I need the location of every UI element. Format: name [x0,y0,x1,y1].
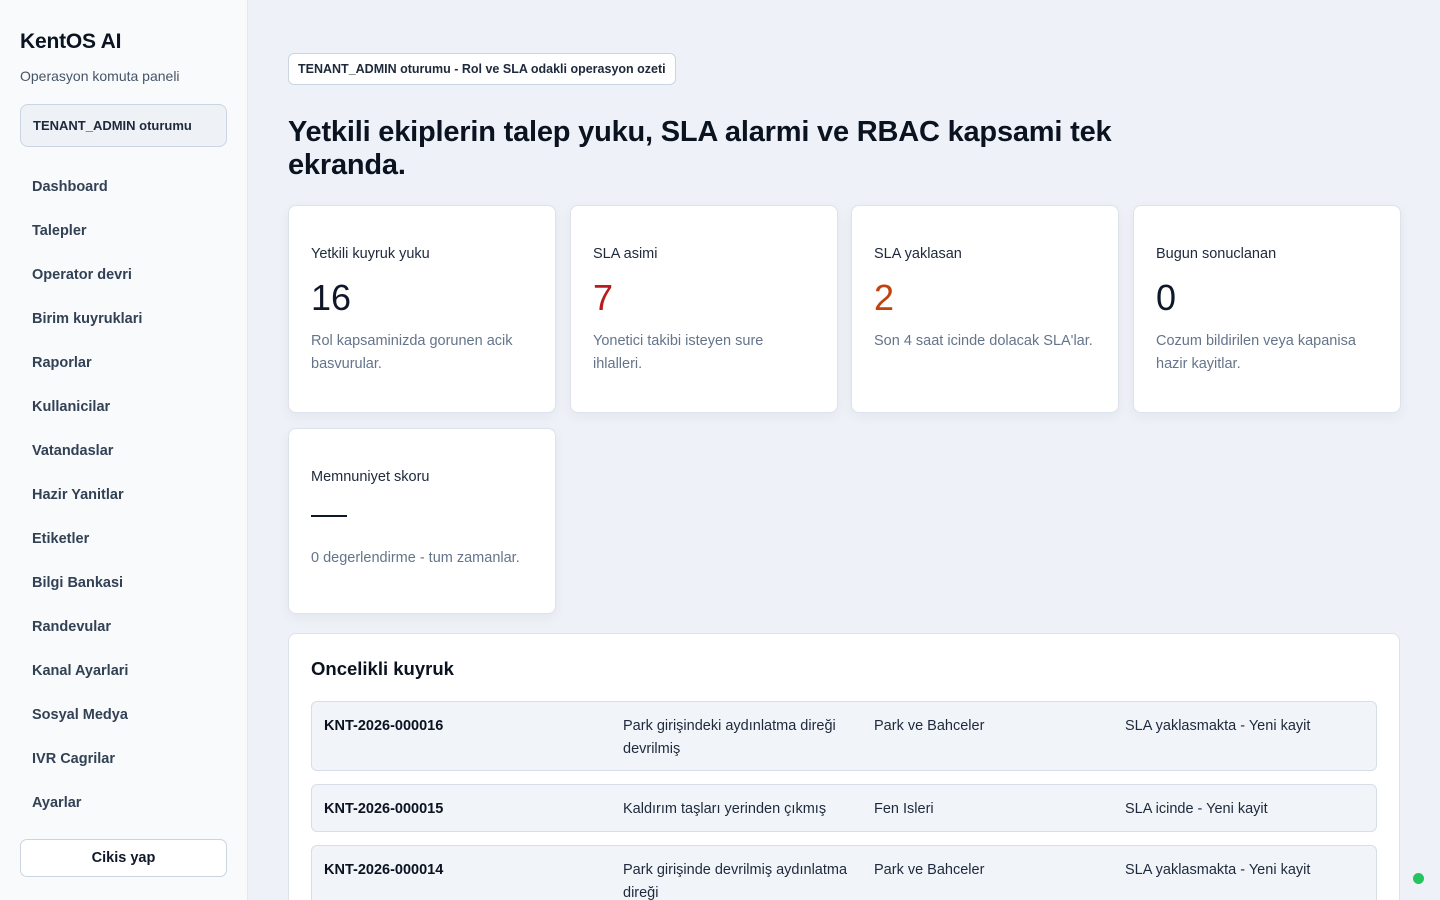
ticket-department: Fen Isleri [874,801,934,817]
sidebar-item-operator-devri[interactable]: Operator devri [20,253,227,297]
sidebar-item-randevular[interactable]: Randevular [20,605,227,649]
ticket-status: SLA icinde - Yeni kayit [1125,801,1268,817]
stat-label: Yetkili kuyruk yuku [311,246,430,262]
page-title: Yetkili ekiplerin talep yuku, SLA alarmi… [288,116,1112,181]
ticket-title: Park girişindeki aydınlatma direği devri… [623,718,836,757]
stat-description: Son 4 saat icinde dolacak SLA'lar. [874,333,1093,349]
table-row[interactable]: KNT-2026-000014 Park girişinde devrilmiş… [311,845,1377,900]
sidebar-item-ivr-cagrilar[interactable]: IVR Cagrilar [20,737,227,781]
stat-description: 0 degerlendirme - tum zamanlar. [311,550,520,566]
ticket-department: Park ve Bahceler [874,862,985,878]
sidebar-item-birim-kuyruklari[interactable]: Birim kuyruklari [20,297,227,341]
stat-value: 16 [311,277,352,318]
sidebar-item-raporlar[interactable]: Raporlar [20,341,227,385]
stat-description: Rol kapsaminizda gorunen acik basvurular… [311,333,513,372]
stat-label: Memnuniyet skoru [311,469,430,485]
stat-card-queue-load: Yetkili kuyruk yuku 16 Rol kapsaminizda … [288,205,556,413]
ticket-title: Kaldırım taşları yerinden çıkmış [623,801,827,817]
stat-description: Cozum bildirilen veya kapanisa hazir kay… [1156,333,1356,372]
sidebar-item-vatandaslar[interactable]: Vatandaslar [20,429,227,473]
sidebar-item-hazir-yanitlar[interactable]: Hazir Yanitlar [20,473,227,517]
priority-queue: Oncelikli kuyruk KNT-2026-000016 Park gi… [288,633,1400,900]
sidebar-item-dashboard[interactable]: Dashboard [20,165,227,209]
ticket-id: KNT-2026-000014 [324,862,444,878]
app-title: KentOS AI [20,30,122,53]
stat-label: Bugun sonuclanan [1156,246,1277,262]
stat-card-resolved-today: Bugun sonuclanan 0 Cozum bildirilen veya… [1133,205,1401,413]
sidebar-item-etiketler[interactable]: Etiketler [20,517,227,561]
logout-button[interactable]: Cikis yap [20,839,227,877]
stat-card-sla-breach: SLA asimi 7 Yonetici takibi isteyen sure… [570,205,838,413]
queue-title: Oncelikli kuyruk [311,658,454,679]
stat-card-satisfaction: Memnuniyet skoru 0 degerlendirme - tum z… [288,428,556,614]
stat-value: 7 [593,277,614,318]
online-status-indicator [1413,873,1424,884]
ticket-department: Park ve Bahceler [874,718,985,734]
sidebar-item-kanal-ayarlari[interactable]: Kanal Ayarlari [20,649,227,693]
ticket-status: SLA yaklasmakta - Yeni kayit [1125,862,1311,878]
ticket-id: KNT-2026-000016 [324,718,444,734]
empty-score-dash [311,515,347,517]
stat-card-sla-approaching: SLA yaklasan 2 Son 4 saat icinde dolacak… [851,205,1119,413]
app-subtitle: Operasyon komuta paneli [20,68,180,84]
sidebar-item-kullanicilar[interactable]: Kullanicilar [20,385,227,429]
sidebar-item-bilgi-bankasi[interactable]: Bilgi Bankasi [20,561,227,605]
sidebar-nav: Dashboard Talepler Operator devri Birim … [20,165,227,825]
table-row[interactable]: KNT-2026-000015 Kaldırım taşları yerinde… [311,784,1377,832]
table-row[interactable]: KNT-2026-000016 Park girişindeki aydınla… [311,701,1377,771]
ticket-status: SLA yaklasmakta - Yeni kayit [1125,718,1311,734]
stat-value: 0 [1156,277,1177,318]
ticket-id: KNT-2026-000015 [324,801,444,817]
stat-label: SLA yaklasan [874,246,962,262]
sidebar-item-talepler[interactable]: Talepler [20,209,227,253]
stat-label: SLA asimi [593,246,658,262]
sidebar-item-ayarlar[interactable]: Ayarlar [20,781,227,825]
session-badge: TENANT_ADMIN oturumu [20,104,227,147]
stat-value: 2 [874,277,895,318]
ticket-title: Park girişinde devrilmiş aydınlatma dire… [623,862,848,900]
session-summary-chip: TENANT_ADMIN oturumu - Rol ve SLA odakli… [288,53,676,85]
stat-description: Yonetici takibi isteyen sure ihlalleri. [593,333,764,372]
sidebar: KentOS AI Operasyon komuta paneli TENANT… [0,0,248,900]
sidebar-item-sosyal-medya[interactable]: Sosyal Medya [20,693,227,737]
